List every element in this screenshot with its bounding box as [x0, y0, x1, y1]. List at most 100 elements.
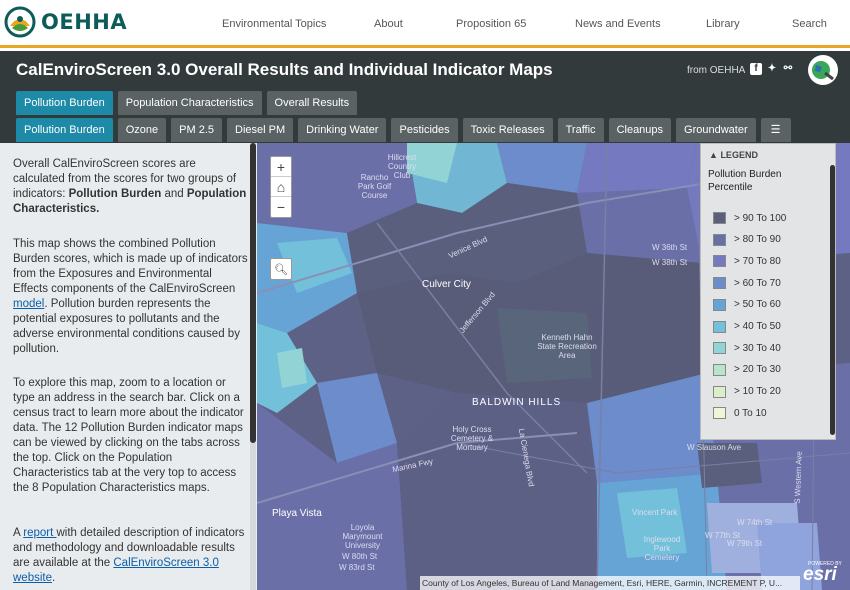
map-label-w-83rd: W 83rd St	[339, 563, 375, 572]
legend-header[interactable]: ▲ LEGEND	[709, 150, 758, 160]
report-link[interactable]: report	[23, 527, 56, 539]
esri-logo[interactable]: esri	[803, 564, 837, 586]
legend-item-label: > 50 To 60	[734, 299, 781, 311]
oehha-logo[interactable]: OEHHA	[4, 6, 127, 38]
chevron-up-icon: ▲	[709, 150, 718, 160]
map-search-button[interactable]: 🔍︎	[270, 258, 292, 280]
legend-panel: ▲ LEGEND Pollution Burden Percentile > 9…	[700, 143, 836, 440]
link-icon[interactable]: ⚯	[782, 63, 794, 75]
tab-groundwater[interactable]: Groundwater	[676, 118, 756, 142]
legend-swatch	[713, 212, 726, 224]
pollution-burden-term: Pollution Burden	[68, 188, 162, 200]
tab-traffic[interactable]: Traffic	[557, 118, 604, 142]
legend-item: > 80 To 90	[713, 233, 781, 246]
map-label-culver-city: Culver City	[422, 279, 471, 290]
tab-ozone[interactable]: Ozone	[117, 118, 167, 142]
map-label-kenneth-hahn: Kenneth Hahn State Recreation Area	[537, 333, 597, 360]
legend-item: > 20 To 30	[713, 363, 781, 376]
description-panel: Overall CalEnviroScreen scores are calcu…	[0, 143, 257, 590]
home-button[interactable]: ⌂	[271, 177, 291, 197]
legend-item: > 10 To 20	[713, 385, 781, 398]
legend-swatch	[713, 255, 726, 268]
legend-item-label: > 70 To 80	[734, 255, 781, 267]
legend-swatch	[713, 320, 726, 333]
legend-item: > 70 To 80	[713, 255, 781, 268]
tab-drinking-water[interactable]: Drinking Water	[298, 118, 387, 142]
legend-item: > 90 To 100	[713, 212, 786, 224]
legend-swatch	[713, 298, 726, 311]
legend-item-label: > 90 To 100	[734, 212, 787, 224]
tab-cleanups[interactable]: Cleanups	[608, 118, 672, 142]
model-link[interactable]: model	[13, 298, 44, 310]
zoom-in-button[interactable]: +	[271, 157, 291, 177]
legend-swatch	[713, 342, 726, 355]
map-label-w-38th: W 38th St	[652, 258, 688, 267]
tab-overall-results[interactable]: Overall Results	[266, 91, 358, 115]
map-label-baldwin-hills: BALDWIN HILLS	[472, 397, 562, 408]
globe-share-icon	[812, 61, 834, 81]
tab-pm25[interactable]: PM 2.5	[171, 118, 223, 142]
report-paragraph: A report with detailed description of in…	[13, 526, 249, 586]
map-label-s-western: S Western Ave	[792, 451, 804, 504]
legend-item-label: > 30 To 40	[734, 342, 781, 354]
menu-icon[interactable]: ☰	[760, 118, 791, 142]
legend-swatch	[713, 363, 726, 376]
search-icon: 🔍︎	[274, 264, 288, 276]
legend-header-label: LEGEND	[720, 150, 758, 160]
from-oehha-label: from OEHHA	[687, 65, 746, 76]
app-title: CalEnviroScreen 3.0 Overall Results and …	[16, 60, 553, 79]
legend-item-label: > 20 To 30	[734, 364, 781, 376]
tab-population-characteristics[interactable]: Population Characteristics	[117, 91, 262, 115]
map-label-w-80th: W 80th St	[342, 552, 378, 561]
twitter-icon[interactable]: ✦	[766, 63, 778, 75]
tab-pesticides[interactable]: Pesticides	[391, 118, 458, 142]
map-label-holy-cross: Holy Cross Cemetery & Mortuary	[450, 425, 494, 452]
nav-news-and-events[interactable]: News and Events	[575, 18, 661, 30]
intro-and: and	[161, 188, 187, 200]
map-label-w-74th: W 74th St	[737, 518, 773, 527]
legend-item: 0 To 10	[713, 407, 767, 420]
legend-scrollbar[interactable]	[830, 165, 835, 435]
share-map-icon[interactable]	[808, 55, 838, 85]
legend-swatch	[713, 407, 726, 420]
explore-paragraph: To explore this map, zoom to a location …	[13, 377, 244, 494]
legend-swatch	[713, 385, 726, 398]
map-label-lmu: Loyola Marymount University	[342, 523, 383, 550]
map-attribution: County of Los Angeles, Bureau of Land Ma…	[420, 576, 800, 590]
site-header: OEHHA Environmental Topics About Proposi…	[0, 0, 850, 48]
nav-environmental-topics[interactable]: Environmental Topics	[222, 18, 326, 30]
facebook-icon[interactable]: f	[750, 63, 762, 75]
logo-text: OEHHA	[41, 10, 128, 34]
legend-item-label: > 60 To 70	[734, 277, 781, 289]
nav-proposition-65[interactable]: Proposition 65	[456, 18, 526, 30]
tab-pollution-burden-primary[interactable]: Pollution Burden	[16, 91, 113, 115]
legend-swatch	[713, 277, 726, 290]
map-desc-text: This map shows the combined Pollution Bu…	[13, 238, 248, 295]
map-desc-text-2: . Pollution burden represents the potent…	[13, 298, 240, 355]
secondary-tabs: Pollution Burden Ozone PM 2.5 Diesel PM …	[16, 118, 791, 142]
report-text: A	[13, 527, 24, 539]
zoom-control: + ⌂ −	[270, 156, 292, 218]
legend-item: > 40 To 50	[713, 320, 781, 333]
zoom-out-button[interactable]: −	[271, 197, 291, 217]
tab-pollution-burden[interactable]: Pollution Burden	[16, 118, 113, 142]
nav-library[interactable]: Library	[706, 18, 740, 30]
legend-title: Pollution Burden Percentile	[708, 169, 782, 193]
map-label-playa-vista: Playa Vista	[272, 508, 322, 519]
report-text-3: .	[52, 572, 56, 584]
legend-item-label: > 80 To 90	[734, 234, 781, 246]
map-description-paragraph: This map shows the combined Pollution Bu…	[13, 237, 249, 357]
intro-paragraph: Overall CalEnviroScreen scores are calcu…	[13, 157, 249, 217]
legend-item-label: 0 To 10	[734, 407, 767, 419]
map-label-vincent-park: Vincent Park	[632, 508, 678, 517]
tab-toxic-releases[interactable]: Toxic Releases	[462, 118, 553, 142]
panel-scrollbar-thumb[interactable]	[250, 143, 256, 443]
tab-diesel-pm[interactable]: Diesel PM	[227, 118, 294, 142]
legend-item-label: > 40 To 50	[734, 321, 781, 332]
social-links: f ✦ ⚯	[750, 63, 794, 75]
nav-about[interactable]: About	[374, 18, 403, 30]
legend-item: > 30 To 40	[713, 342, 781, 355]
map-label-w-79th: W 79th St	[727, 539, 763, 548]
nav-search[interactable]: Search	[792, 18, 827, 30]
map-label-rancho-park: Rancho Park Golf Course	[357, 173, 392, 200]
